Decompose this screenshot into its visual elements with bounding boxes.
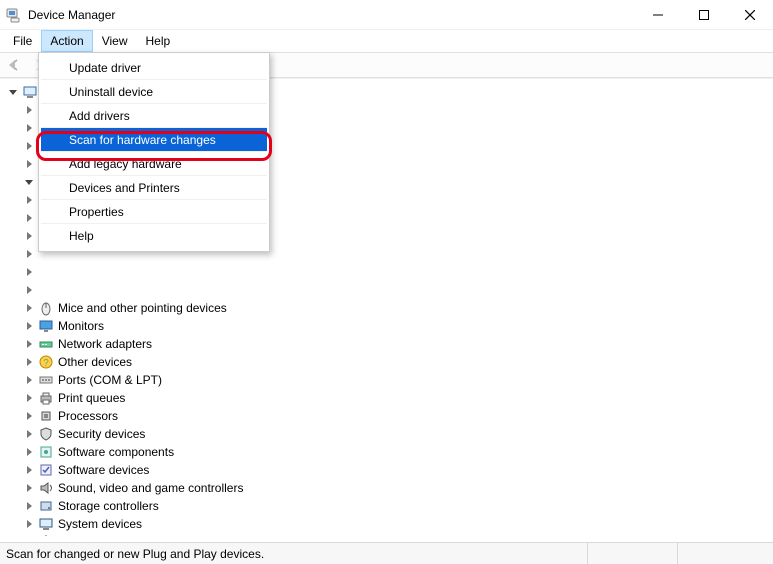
mouse-icon xyxy=(38,300,54,316)
expand-arrow-icon[interactable] xyxy=(22,139,36,153)
tree-item-hidden[interactable] xyxy=(4,281,773,299)
tree-item[interactable]: Software components xyxy=(4,443,773,461)
expand-arrow-icon[interactable] xyxy=(22,319,36,333)
menu-add-drivers[interactable]: Add drivers xyxy=(41,104,267,128)
expand-arrow-icon[interactable] xyxy=(22,499,36,513)
menu-view[interactable]: View xyxy=(93,30,137,52)
expand-arrow-icon[interactable] xyxy=(22,409,36,423)
storage-icon xyxy=(38,498,54,514)
tree-item-label: Ports (COM & LPT) xyxy=(58,373,162,387)
device-icon xyxy=(38,264,54,280)
expand-arrow-icon[interactable] xyxy=(22,121,36,135)
sound-icon xyxy=(38,480,54,496)
tree-item[interactable]: Universal Serial Bus controllers xyxy=(4,533,773,536)
tree-item[interactable]: Sound, video and game controllers xyxy=(4,479,773,497)
tree-item-label: System devices xyxy=(58,517,142,531)
network-icon xyxy=(38,336,54,352)
tree-item-label: Universal Serial Bus controllers xyxy=(58,535,225,536)
port-icon xyxy=(38,372,54,388)
expand-arrow-icon[interactable] xyxy=(22,103,36,117)
expand-arrow-icon[interactable] xyxy=(22,391,36,405)
minimize-button[interactable] xyxy=(635,0,681,30)
tree-item-label: Software components xyxy=(58,445,174,459)
other-icon: ? xyxy=(38,354,54,370)
monitor-icon xyxy=(38,318,54,334)
expand-arrow-icon[interactable] xyxy=(22,229,36,243)
close-button[interactable] xyxy=(727,0,773,30)
window-title: Device Manager xyxy=(28,8,635,22)
tree-item-label: Processors xyxy=(58,409,118,423)
tree-item-label: Other devices xyxy=(58,355,132,369)
menu-help[interactable]: Help xyxy=(41,224,267,248)
security-icon xyxy=(38,426,54,442)
expand-arrow-icon[interactable] xyxy=(6,85,20,99)
tree-item[interactable]: Monitors xyxy=(4,317,773,335)
menu-bar: File Action View Help xyxy=(0,30,773,52)
tree-item[interactable]: ? Other devices xyxy=(4,353,773,371)
expand-arrow-icon[interactable] xyxy=(22,265,36,279)
menu-uninstall-device[interactable]: Uninstall device xyxy=(41,80,267,104)
usb-icon xyxy=(38,534,54,536)
expand-arrow-icon[interactable] xyxy=(22,445,36,459)
expand-arrow-icon[interactable] xyxy=(22,193,36,207)
menu-add-legacy-hardware[interactable]: Add legacy hardware xyxy=(41,152,267,176)
tree-item-hidden[interactable] xyxy=(4,263,773,281)
status-bar: Scan for changed or new Plug and Play de… xyxy=(0,542,773,564)
computer-icon xyxy=(22,84,38,100)
expand-arrow-icon[interactable] xyxy=(22,157,36,171)
tree-item[interactable]: Software devices xyxy=(4,461,773,479)
tree-item-label: Storage controllers xyxy=(58,499,159,513)
tree-item-label: Security devices xyxy=(58,427,145,441)
tree-item-label: Print queues xyxy=(58,391,125,405)
expand-arrow-icon[interactable] xyxy=(22,517,36,531)
svg-text:?: ? xyxy=(43,358,49,369)
expand-arrow-icon[interactable] xyxy=(22,481,36,495)
cpu-icon xyxy=(38,408,54,424)
tree-item-label: Sound, video and game controllers xyxy=(58,481,243,495)
menu-devices-and-printers[interactable]: Devices and Printers xyxy=(41,176,267,200)
printer-icon xyxy=(38,390,54,406)
tree-item-label: Mice and other pointing devices xyxy=(58,301,227,315)
expand-arrow-icon[interactable] xyxy=(22,337,36,351)
tree-item-label: Network adapters xyxy=(58,337,152,351)
expand-arrow-icon[interactable] xyxy=(22,373,36,387)
expand-arrow-icon[interactable] xyxy=(22,355,36,369)
system-icon xyxy=(38,516,54,532)
tree-item[interactable]: Print queues xyxy=(4,389,773,407)
tree-item[interactable]: Security devices xyxy=(4,425,773,443)
expand-arrow-icon[interactable] xyxy=(22,175,36,189)
menu-action[interactable]: Action xyxy=(41,30,92,52)
menu-file[interactable]: File xyxy=(4,30,41,52)
menu-help[interactable]: Help xyxy=(137,30,180,52)
expand-arrow-icon[interactable] xyxy=(22,535,36,536)
tree-item-label: Monitors xyxy=(58,319,104,333)
expand-arrow-icon[interactable] xyxy=(22,427,36,441)
expand-arrow-icon[interactable] xyxy=(22,283,36,297)
tree-item[interactable]: Storage controllers xyxy=(4,497,773,515)
swcomp-icon xyxy=(38,444,54,460)
expand-arrow-icon[interactable] xyxy=(22,247,36,261)
tree-item[interactable]: Ports (COM & LPT) xyxy=(4,371,773,389)
tree-item[interactable]: Processors xyxy=(4,407,773,425)
toolbar-back-button[interactable] xyxy=(4,54,26,76)
title-bar: Device Manager xyxy=(0,0,773,30)
swdev-icon xyxy=(38,462,54,478)
status-segment xyxy=(587,543,677,564)
status-segment xyxy=(677,543,767,564)
app-icon xyxy=(6,7,22,23)
menu-scan-hardware-changes[interactable]: Scan for hardware changes xyxy=(41,128,267,152)
expand-arrow-icon[interactable] xyxy=(22,301,36,315)
tree-item-label: Software devices xyxy=(58,463,149,477)
menu-properties[interactable]: Properties xyxy=(41,200,267,224)
expand-arrow-icon[interactable] xyxy=(22,463,36,477)
tree-item[interactable]: System devices xyxy=(4,515,773,533)
status-text: Scan for changed or new Plug and Play de… xyxy=(6,547,264,561)
tree-item[interactable]: Mice and other pointing devices xyxy=(4,299,773,317)
maximize-button[interactable] xyxy=(681,0,727,30)
tree-item[interactable]: Network adapters xyxy=(4,335,773,353)
expand-arrow-icon[interactable] xyxy=(22,211,36,225)
device-icon xyxy=(38,282,54,298)
menu-update-driver[interactable]: Update driver xyxy=(41,56,267,80)
action-dropdown: Update driver Uninstall device Add drive… xyxy=(38,52,270,252)
